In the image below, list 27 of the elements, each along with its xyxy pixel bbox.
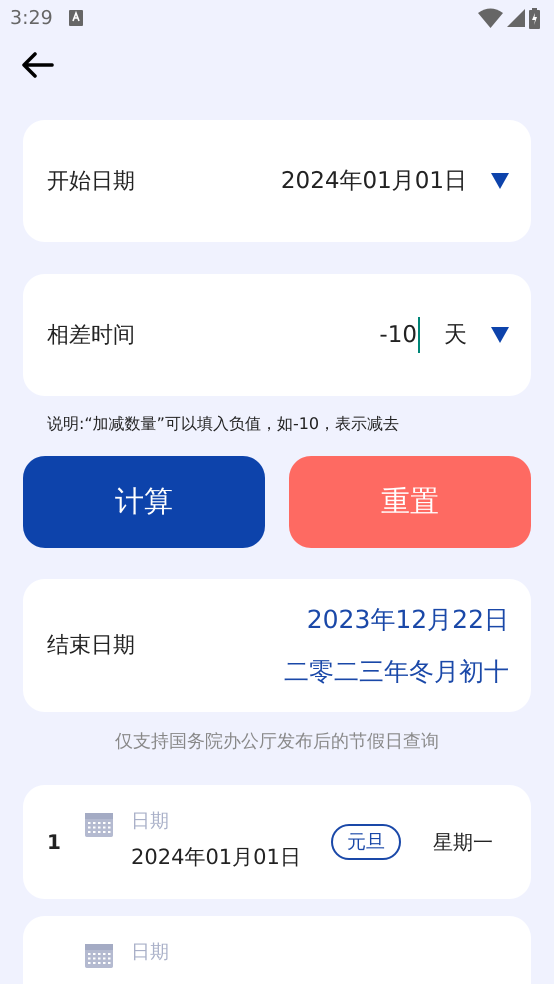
date-label: 日期 xyxy=(131,940,169,965)
date-picker-value[interactable]: 2024年01月01日 xyxy=(280,164,467,198)
status-time: 3:29 xyxy=(10,6,53,31)
calendar-icon xyxy=(85,942,113,968)
back-arrow-icon[interactable] xyxy=(22,52,54,78)
keyboard-notification-icon xyxy=(68,10,83,26)
lunar-date: 二零二三年冬月初十 xyxy=(284,656,509,688)
row-number: 1 xyxy=(47,829,62,856)
holiday-date: 2024年01月01日 xyxy=(131,844,301,870)
wifi-icon xyxy=(478,8,503,28)
signal-icon xyxy=(507,9,525,27)
weekday-text: 星期一 xyxy=(433,829,493,856)
calculate-button[interactable]: 计算 xyxy=(23,456,265,548)
notice-text: 仅支持国务院办公厅发布后的节假日查询 xyxy=(115,731,439,752)
field-label: 相差时间 xyxy=(47,322,135,350)
field-label: 结束日期 xyxy=(47,632,135,660)
battery-icon xyxy=(529,8,540,28)
result-date: 2023年12月22日 xyxy=(306,604,509,636)
number-input-field[interactable]: -10 xyxy=(379,317,420,353)
dropdown-triangle-icon[interactable] xyxy=(491,327,509,343)
unit-dropdown[interactable]: 天 xyxy=(444,318,467,352)
date-label: 日期 xyxy=(131,809,170,834)
dropdown-triangle-icon[interactable] xyxy=(491,173,509,189)
holiday-tag: 元旦 xyxy=(331,824,401,860)
field-label: 开始日期 xyxy=(47,168,135,196)
hint-text: 说明:“加减数量”可以填入负值，如-10，表示减去 xyxy=(47,414,400,433)
calendar-icon xyxy=(85,811,113,837)
